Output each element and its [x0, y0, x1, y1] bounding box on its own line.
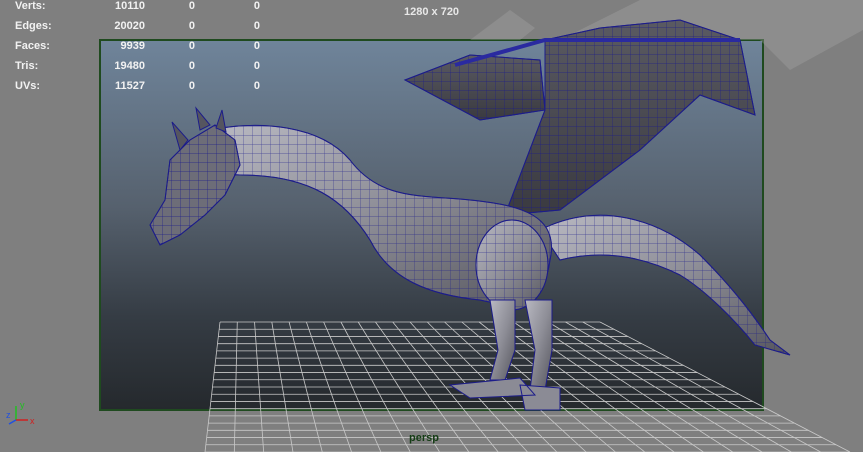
axis-z-line	[8, 419, 17, 425]
hud-value-selected: 0	[188, 80, 195, 92]
axis-gizmo: y x z	[6, 400, 35, 426]
hud-label: Faces:	[15, 40, 50, 52]
hud-row-faces: Faces: 9939 0 0	[15, 40, 275, 54]
hud-row-verts: Verts: 10110 0 0	[15, 0, 275, 14]
axis-y-label: y	[20, 400, 25, 410]
dragon-leg-front[interactable]	[489, 299, 516, 381]
hud-value-selected: 0	[188, 20, 195, 32]
hud-value-object: 20020	[114, 20, 145, 32]
resolution-label: 1280 x 720	[404, 6, 460, 18]
camera-name-label: persp	[409, 432, 439, 444]
hud-value-object: 11527	[115, 80, 145, 92]
hud-label: UVs:	[15, 80, 41, 92]
hud-row-uvs: UVs: 11527 0 0	[15, 80, 275, 94]
hud-row-edges: Edges: 20020 0 0	[15, 20, 275, 34]
hud-row-tris: Tris: 19480 0 0	[15, 60, 275, 74]
hud-value-selected: 0	[188, 60, 195, 72]
hud-label: Verts:	[15, 0, 46, 12]
axis-z-label: z	[6, 410, 11, 420]
hud-value-component: 0	[253, 0, 260, 12]
hud-label: Tris:	[15, 60, 39, 72]
axis-x-label: x	[30, 416, 35, 426]
hud-value-object: 9939	[120, 40, 145, 52]
hud-value-component: 0	[253, 20, 260, 32]
dragon-model[interactable]	[149, 19, 791, 411]
hud-value-selected: 0	[188, 0, 195, 12]
hud-value-selected: 0	[188, 40, 195, 52]
hud-value-object: 19480	[114, 60, 145, 72]
hud-value-component: 0	[253, 80, 260, 92]
hud-value-component: 0	[253, 40, 260, 52]
hud-value-component: 0	[253, 60, 260, 72]
hud-value-object: 10110	[115, 0, 145, 12]
hud-label: Edges:	[15, 20, 52, 32]
